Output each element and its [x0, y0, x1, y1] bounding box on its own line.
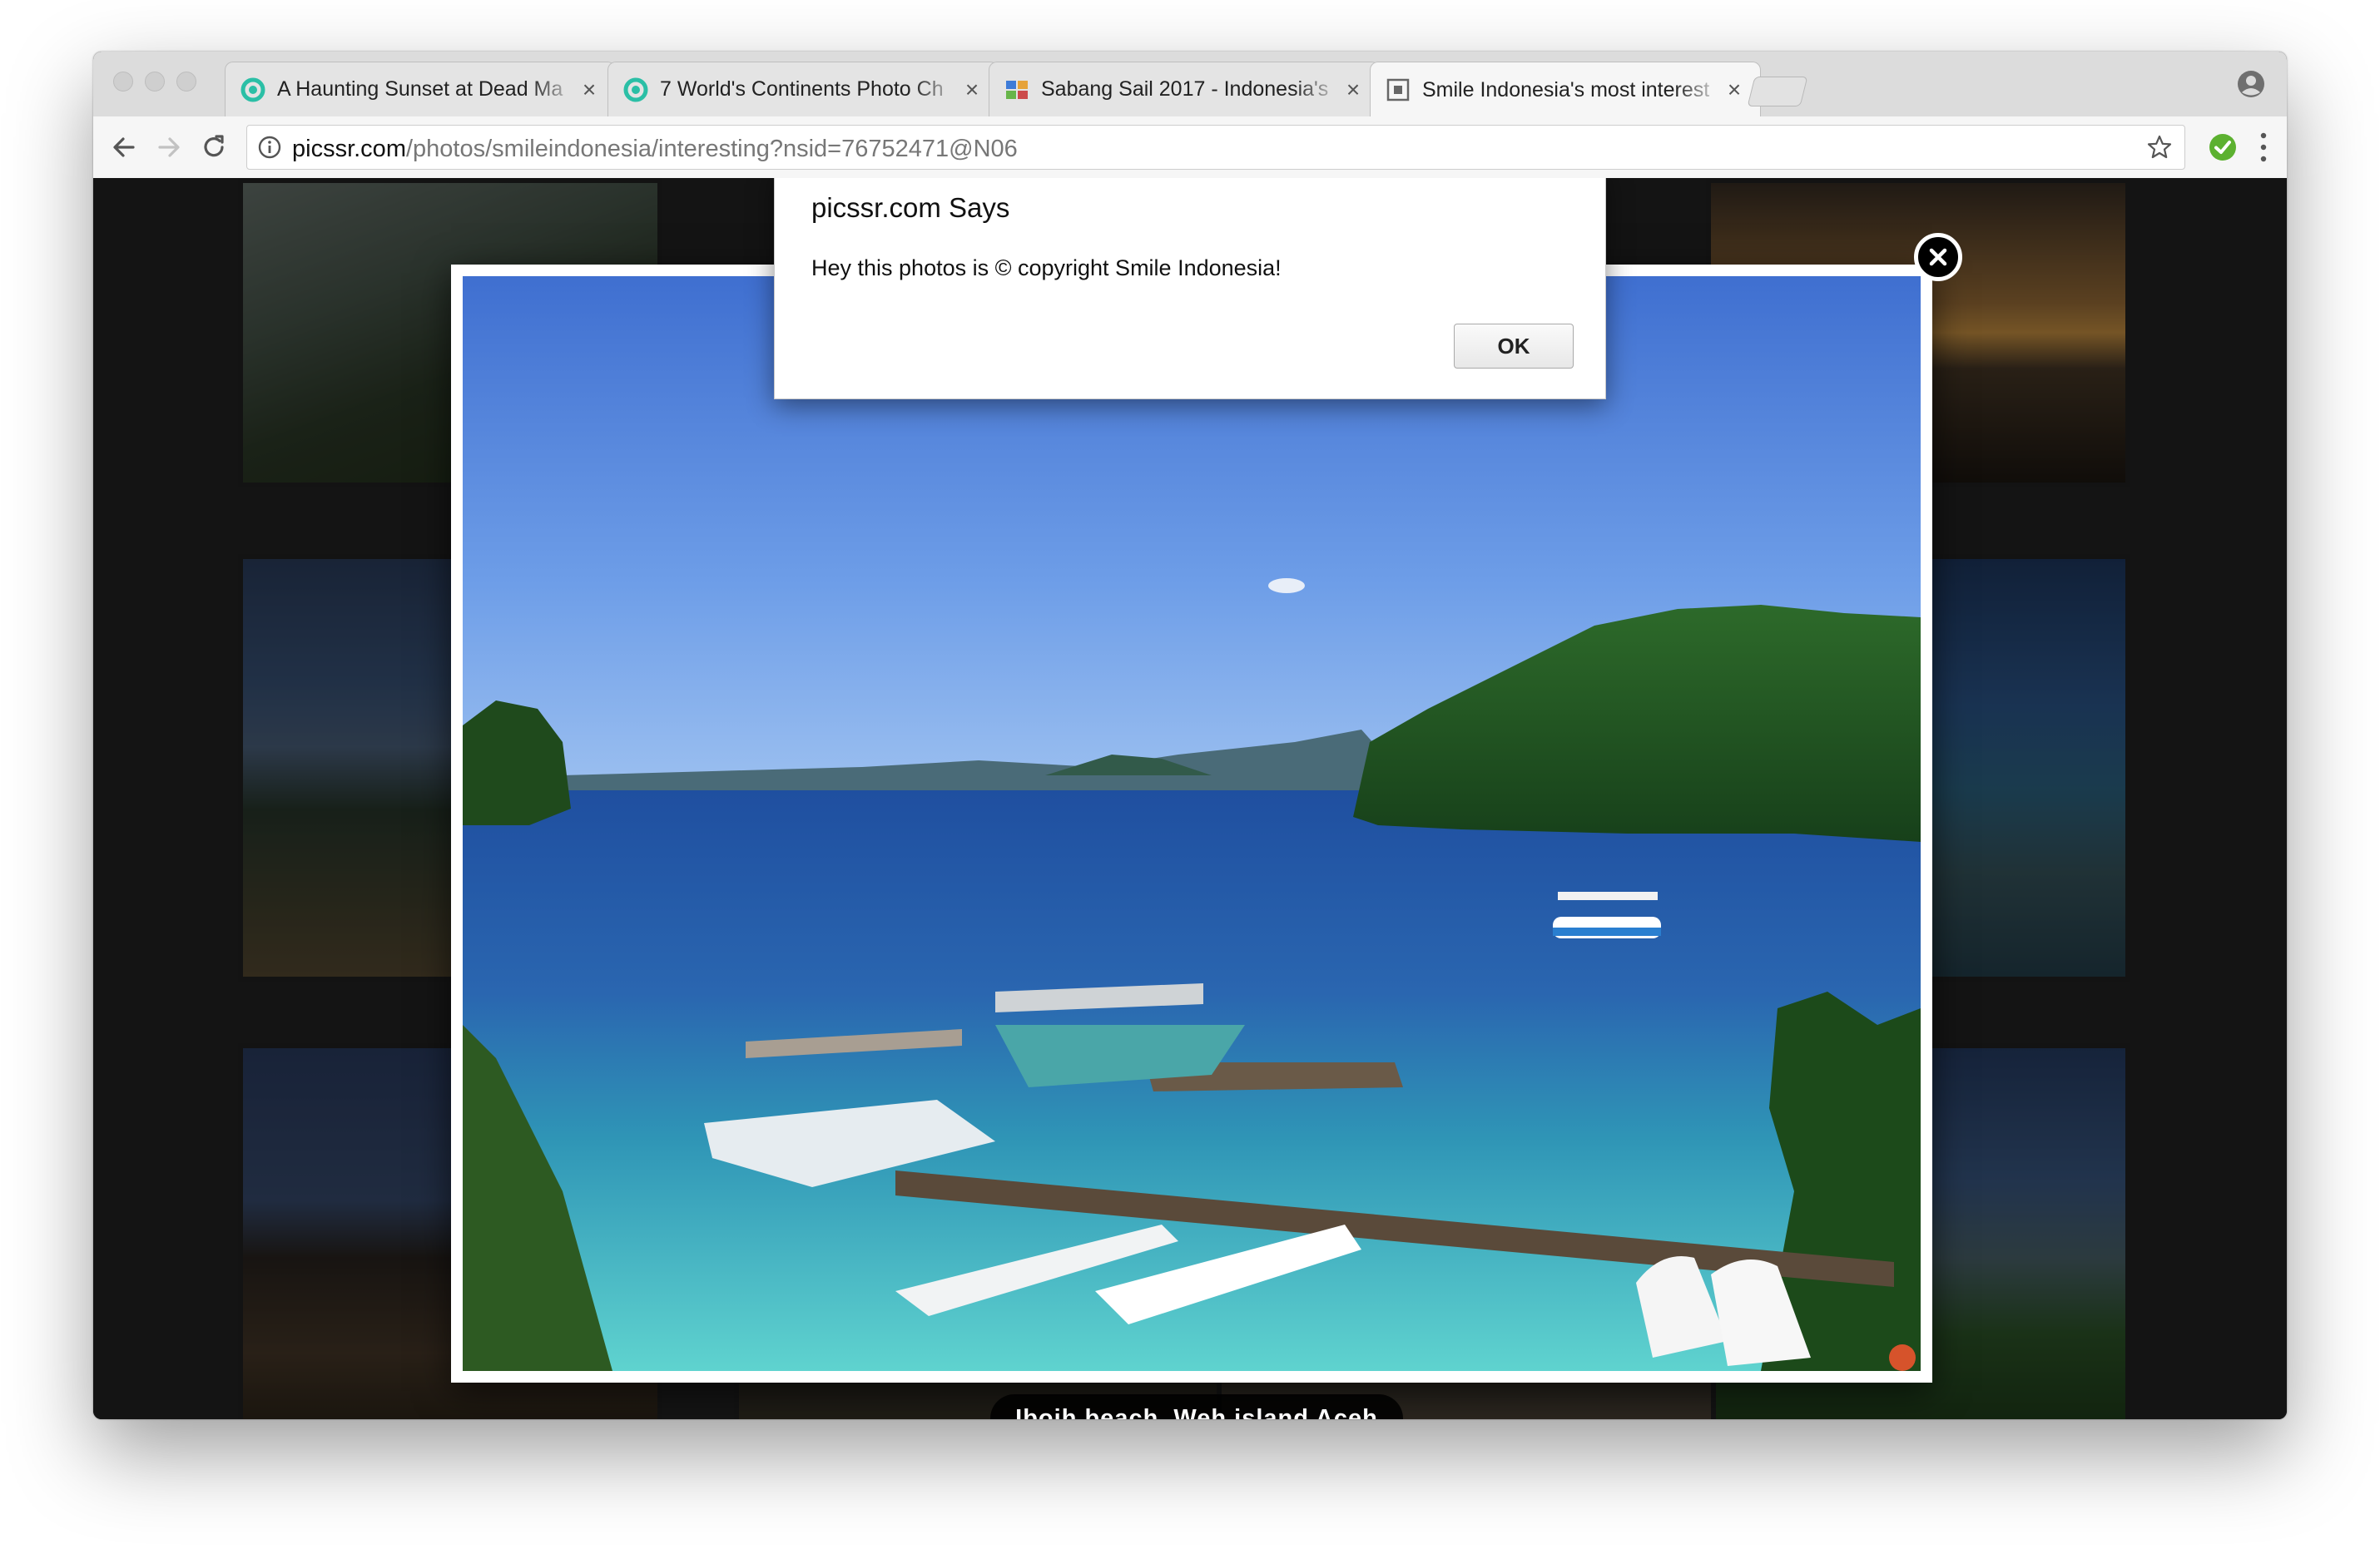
browser-toolbar: picssr.com/photos/smileindonesia/interes…	[93, 116, 2287, 179]
url-host: picssr.com	[292, 136, 406, 162]
lightbox-close-button[interactable]	[1914, 233, 1962, 281]
profile-icon[interactable]	[2237, 70, 2265, 98]
menu-kebab-icon[interactable]	[2257, 130, 2270, 165]
minimize-window-button[interactable]	[145, 72, 165, 92]
close-icon	[1929, 248, 1947, 266]
photo-caption: Iboih beach, Weh island Aceh	[990, 1394, 1403, 1419]
picssr-icon	[623, 77, 648, 101]
window-controls	[113, 72, 196, 92]
page-icon	[1386, 78, 1410, 101]
tab-haunting-sunset[interactable]: A Haunting Sunset at Dead Ma ×	[225, 62, 616, 116]
reload-icon[interactable]	[198, 131, 230, 163]
tab-strip: A Haunting Sunset at Dead Ma × 7 World's…	[93, 52, 2287, 117]
picssr-icon	[240, 77, 265, 101]
dialog-title: picssr.com Says	[811, 192, 1010, 223]
tab-smile-indonesia[interactable]: Smile Indonesia's most interest ×	[1370, 62, 1761, 117]
ok-button[interactable]: OK	[1454, 324, 1574, 369]
close-window-button[interactable]	[113, 72, 133, 92]
extension-check-icon[interactable]	[2209, 133, 2237, 161]
page-content: Iboih beach, Weh island Aceh picssr.com …	[93, 178, 2287, 1419]
new-tab-button[interactable]	[1747, 77, 1808, 106]
tab-title: 7 World's Continents Photo Ch	[660, 77, 944, 101]
image-icon	[1006, 80, 1028, 99]
back-icon[interactable]	[108, 131, 140, 163]
bookmark-star-icon[interactable]	[2146, 134, 2173, 161]
zoom-window-button[interactable]	[176, 72, 196, 92]
tab-close-icon[interactable]: ×	[1723, 78, 1745, 101]
url-text: picssr.com/photos/smileindonesia/interes…	[292, 136, 1018, 163]
tab-title: Smile Indonesia's most interest	[1422, 77, 1710, 101]
alert-dialog: picssr.com Says Hey this photos is © cop…	[774, 178, 1606, 399]
tab-close-icon[interactable]: ×	[1342, 77, 1364, 101]
beach-photo	[463, 276, 1921, 1371]
info-icon[interactable]	[257, 135, 282, 160]
lightbox	[451, 265, 1932, 1383]
tab-continents-photo[interactable]: 7 World's Continents Photo Ch ×	[607, 62, 999, 116]
tab-close-icon[interactable]: ×	[578, 77, 600, 101]
tab-title: Sabang Sail 2017 - Indonesia's	[1041, 77, 1329, 101]
browser-window: A Haunting Sunset at Dead Ma × 7 World's…	[93, 52, 2287, 1419]
address-bar[interactable]: picssr.com/photos/smileindonesia/interes…	[246, 125, 2185, 170]
tab-close-icon[interactable]: ×	[961, 77, 983, 101]
url-path: /photos/smileindonesia/interesting?nsid=…	[405, 136, 1018, 162]
tab-sabang-sail[interactable]: Sabang Sail 2017 - Indonesia's ×	[989, 62, 1380, 116]
tab-title: A Haunting Sunset at Dead Ma	[277, 77, 563, 101]
dialog-message: Hey this photos is © copyright Smile Ind…	[811, 255, 1282, 280]
forward-icon[interactable]	[153, 131, 185, 163]
